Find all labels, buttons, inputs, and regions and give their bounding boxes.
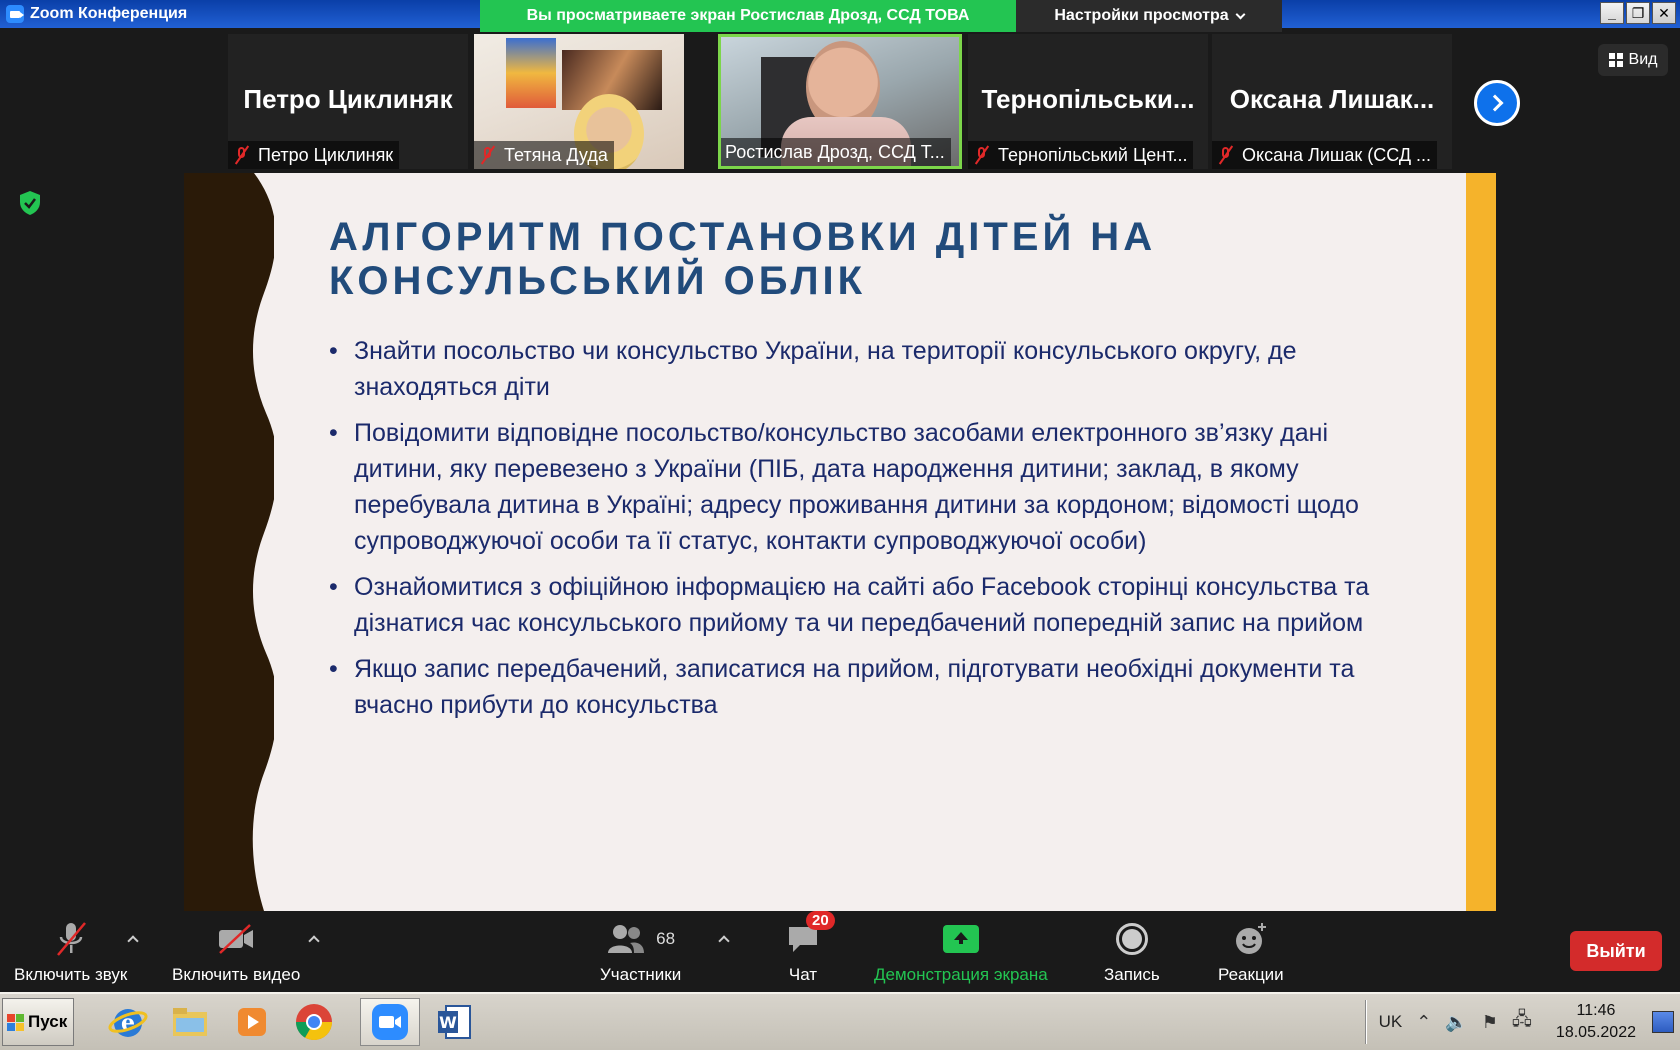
reactions-button[interactable]: Реакции [1218, 917, 1284, 985]
leave-meeting-button[interactable]: Выйти [1570, 931, 1662, 971]
participants-icon [608, 925, 645, 953]
slide-bullet: Ознайомитися з офіційною інформацією на … [329, 569, 1379, 641]
participant-tile[interactable]: Тернопільськи... Тернопільський Цент... [968, 34, 1208, 169]
share-screen-button[interactable]: Демонстрация экрана [874, 917, 1048, 985]
show-desktop-icon[interactable] [1652, 1011, 1674, 1033]
participant-big-name: Оксана Лишак... [1229, 84, 1435, 114]
view-button-label: Вид [1628, 51, 1658, 68]
shield-check-icon[interactable] [18, 190, 42, 216]
share-screen-label: Демонстрация экрана [874, 965, 1048, 984]
video-off-icon [219, 924, 254, 954]
participants-label: Участники [600, 965, 682, 984]
participants-button[interactable]: 68 Участники [600, 917, 681, 985]
slide-accent-bar [1466, 173, 1496, 911]
zoom-app-icon [6, 5, 24, 23]
chevron-down-icon [1235, 9, 1246, 19]
os-taskbar: Пуск e W UK ⌃ 🔈 ⚑ 🖧 11:46 18.05.2022 [0, 992, 1680, 1050]
slide-wave-decoration [184, 173, 274, 911]
show-hidden-icons-icon[interactable]: ⌃ [1416, 1012, 1431, 1033]
reactions-label: Реакции [1218, 965, 1284, 984]
participant-name: Оксана Лишак (ССД ... [1242, 144, 1432, 165]
slide-title-line: АЛГОРИТМ ПОСТАНОВКИ ДІТЕЙ НА [329, 215, 1157, 259]
participant-big-name: Петро Циклиняк [243, 84, 453, 114]
windows-logo-icon [7, 1013, 24, 1031]
participant-name-bar: Тетяна Дуда [474, 141, 614, 169]
participants-options-caret[interactable] [718, 935, 730, 947]
minimize-button[interactable]: _ [1600, 2, 1624, 24]
video-options-caret[interactable] [308, 935, 320, 947]
participant-big-name: Тернопільськи... [981, 84, 1195, 114]
record-button[interactable]: Запись [1104, 917, 1160, 985]
participant-name-bar: Петро Циклиняк [228, 141, 400, 169]
start-label: Пуск [28, 1012, 68, 1031]
window-controls: _ ❐ ✕ [1600, 2, 1676, 24]
wall-poster-image [506, 38, 556, 108]
participant-tile[interactable]: Тетяна Дуда [474, 34, 684, 169]
start-video-label: Включить видео [172, 965, 301, 984]
reactions-icon [1235, 923, 1266, 954]
slide-bullet: Знайти посольство чи консульство України… [329, 333, 1379, 405]
participant-name-bar: Ростислав Дрозд, ССД Т... [721, 138, 951, 166]
slide-bullet-list: Знайти посольство чи консульство України… [329, 333, 1379, 733]
meeting-toolbar: Включить звук Включить видео 68 Участник… [0, 911, 1680, 992]
start-video-button[interactable]: Включить видео [172, 917, 300, 985]
maximize-button[interactable]: ❐ [1626, 2, 1650, 24]
internet-explorer-icon[interactable]: e [100, 998, 156, 1046]
svg-text:W: W [439, 1013, 457, 1032]
participant-tile[interactable]: Оксана Лишак... Оксана Лишак (ССД ... [1212, 34, 1452, 169]
chat-unread-badge: 20 [806, 911, 835, 930]
word-icon[interactable]: W [426, 998, 482, 1046]
record-icon [1115, 923, 1148, 955]
share-screen-icon [942, 925, 979, 953]
chevron-right-icon [1486, 94, 1504, 112]
chat-label: Чат [788, 965, 818, 984]
zoom-window: Zoom Конференция _ ❐ ✕ Вы просматриваете… [0, 0, 1680, 1050]
view-settings-button[interactable]: Настройки просмотра [1016, 0, 1282, 32]
view-button[interactable]: Вид [1598, 44, 1668, 76]
slide-bullet: Повідомити відповідне посольство/консуль… [329, 415, 1379, 559]
unmute-label: Включить звук [14, 965, 128, 984]
next-page-button[interactable] [1474, 80, 1520, 126]
grid-icon [1608, 53, 1623, 67]
participant-name: Тернопільський Цент... [998, 144, 1188, 165]
participants-count: 68 [656, 929, 676, 948]
participant-name-bar: Оксана Лишак (ССД ... [1212, 141, 1438, 169]
clock-date: 18.05.2022 [1555, 1024, 1636, 1041]
participant-name-bar: Тернопільський Цент... [968, 141, 1194, 169]
mic-muted-icon [1216, 145, 1236, 165]
mic-muted-icon [972, 145, 992, 165]
participant-name: Тетяна Дуда [504, 144, 608, 165]
volume-icon[interactable]: 🔈 [1445, 1012, 1467, 1033]
chat-button[interactable]: 20 Чат [786, 911, 835, 985]
participant-name: Ростислав Дрозд, ССД Т... [725, 141, 945, 162]
audio-options-caret[interactable] [127, 935, 139, 947]
screen-share-banner: Вы просматриваете экран Ростислав Дрозд,… [480, 0, 1016, 32]
close-button[interactable]: ✕ [1652, 2, 1676, 24]
mic-muted-icon [232, 145, 252, 165]
clock-time: 11:46 [1576, 1002, 1616, 1019]
participant-tile[interactable]: Петро Циклиняк Петро Циклиняк [228, 34, 468, 169]
zoom-taskbar-icon[interactable] [360, 998, 420, 1046]
file-explorer-icon[interactable] [162, 998, 218, 1046]
action-center-flag-icon[interactable]: ⚑ [1482, 1012, 1498, 1033]
system-clock[interactable]: 11:46 18.05.2022 [1556, 1000, 1636, 1044]
media-player-icon[interactable] [224, 998, 280, 1046]
participant-tile-active-speaker[interactable]: Ростислав Дрозд, ССД Т... [718, 34, 962, 169]
mic-muted-icon [56, 922, 86, 956]
slide-bullet: Якщо запис передбачений, записатися на п… [329, 651, 1379, 723]
start-button[interactable]: Пуск [2, 998, 74, 1046]
chrome-icon[interactable] [286, 998, 342, 1046]
network-icon[interactable]: 🖧 [1512, 1007, 1532, 1037]
language-indicator[interactable]: UK [1379, 1012, 1403, 1032]
record-label: Запись [1104, 965, 1160, 984]
participant-name: Петро Циклиняк [258, 144, 394, 165]
slide-title: АЛГОРИТМ ПОСТАНОВКИ ДІТЕЙ НА КОНСУЛЬСЬКИ… [329, 215, 1329, 303]
system-tray: UK ⌃ 🔈 ⚑ 🖧 11:46 18.05.2022 [1364, 998, 1680, 1046]
shared-screen-slide: АЛГОРИТМ ПОСТАНОВКИ ДІТЕЙ НА КОНСУЛЬСЬКИ… [184, 173, 1496, 911]
view-settings-label: Настройки просмотра [1054, 7, 1229, 24]
mic-muted-icon [478, 145, 498, 165]
window-title: Zoom Конференция [30, 5, 188, 22]
unmute-button[interactable]: Включить звук [14, 917, 127, 985]
slide-title-line: КОНСУЛЬСЬКИЙ ОБЛІК [329, 259, 867, 303]
